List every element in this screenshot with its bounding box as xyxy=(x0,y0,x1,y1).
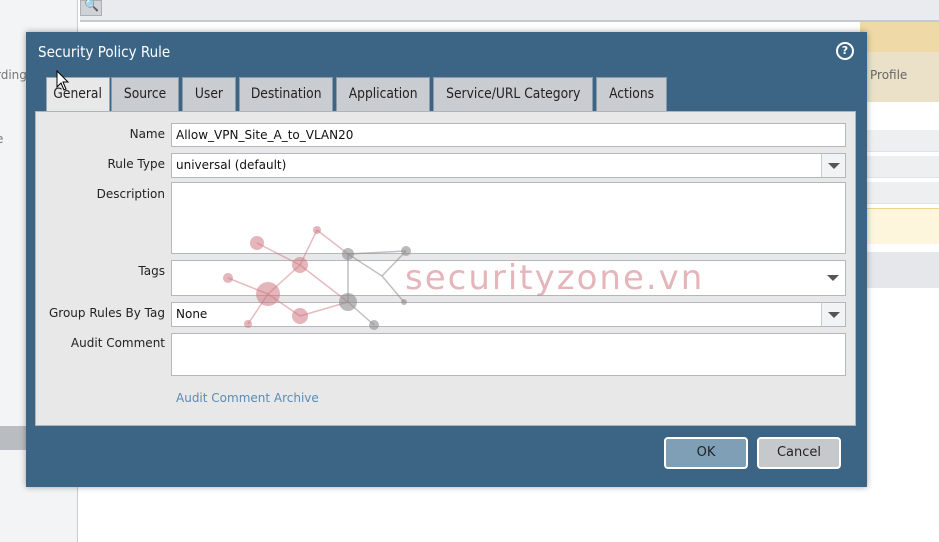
background-column-header: Profile xyxy=(860,52,939,102)
rule-type-label: Rule Type xyxy=(107,157,166,171)
tab-service-url-category[interactable]: Service/URL Category xyxy=(433,77,593,111)
name-input[interactable]: Allow_VPN_Site_A_to_VLAN20 xyxy=(171,123,846,147)
rule-type-select[interactable]: universal (default) xyxy=(171,153,846,178)
chevron-down-icon[interactable] xyxy=(821,303,845,326)
group-rules-by-tag-select[interactable]: None xyxy=(171,302,846,327)
background-row xyxy=(860,182,939,204)
background-toolbar xyxy=(80,0,939,22)
description-textarea[interactable] xyxy=(171,182,846,254)
background-row xyxy=(860,130,939,152)
group-rules-by-tag-label: Group Rules By Tag xyxy=(49,306,165,320)
sidebar-fragment-text: e xyxy=(0,132,3,146)
tab-source[interactable]: Source xyxy=(111,77,179,111)
sidebar-fragment-text: rding xyxy=(0,68,27,82)
name-input-value: Allow_VPN_Site_A_to_VLAN20 xyxy=(176,128,354,142)
chevron-down-icon[interactable] xyxy=(821,154,845,177)
security-policy-rule-dialog: Security Policy Rule ? General Source Us… xyxy=(26,32,867,487)
cancel-button[interactable]: Cancel xyxy=(757,437,841,469)
description-label: Description xyxy=(96,187,165,201)
background-row-highlight xyxy=(860,208,939,244)
background-row xyxy=(860,156,939,178)
general-tab-panel: Name Allow_VPN_Site_A_to_VLAN20 Rule Typ… xyxy=(35,111,856,426)
audit-comment-archive-link[interactable]: Audit Comment Archive xyxy=(176,391,319,405)
tab-actions[interactable]: Actions xyxy=(596,77,667,111)
audit-comment-textarea[interactable] xyxy=(171,333,846,376)
dialog-title: Security Policy Rule xyxy=(38,43,171,61)
background-table-header xyxy=(860,22,939,52)
name-label: Name xyxy=(129,127,165,141)
group-rules-value: None xyxy=(176,307,208,321)
tab-destination[interactable]: Destination xyxy=(239,77,333,111)
background-row xyxy=(860,252,939,288)
column-header-profile: Profile xyxy=(870,68,908,82)
tags-input[interactable] xyxy=(171,260,846,296)
rule-type-value: universal (default) xyxy=(176,158,287,172)
mouse-cursor-icon xyxy=(56,70,70,91)
tags-label: Tags xyxy=(138,264,165,278)
search-icon[interactable]: 🔍 xyxy=(80,0,102,16)
question-circle-icon[interactable]: ? xyxy=(836,42,854,60)
ok-button[interactable]: OK xyxy=(664,437,748,469)
audit-comment-label: Audit Comment xyxy=(70,336,165,350)
chevron-down-icon[interactable] xyxy=(821,261,845,295)
tab-application[interactable]: Application xyxy=(336,77,430,111)
tab-user[interactable]: User xyxy=(182,77,236,111)
